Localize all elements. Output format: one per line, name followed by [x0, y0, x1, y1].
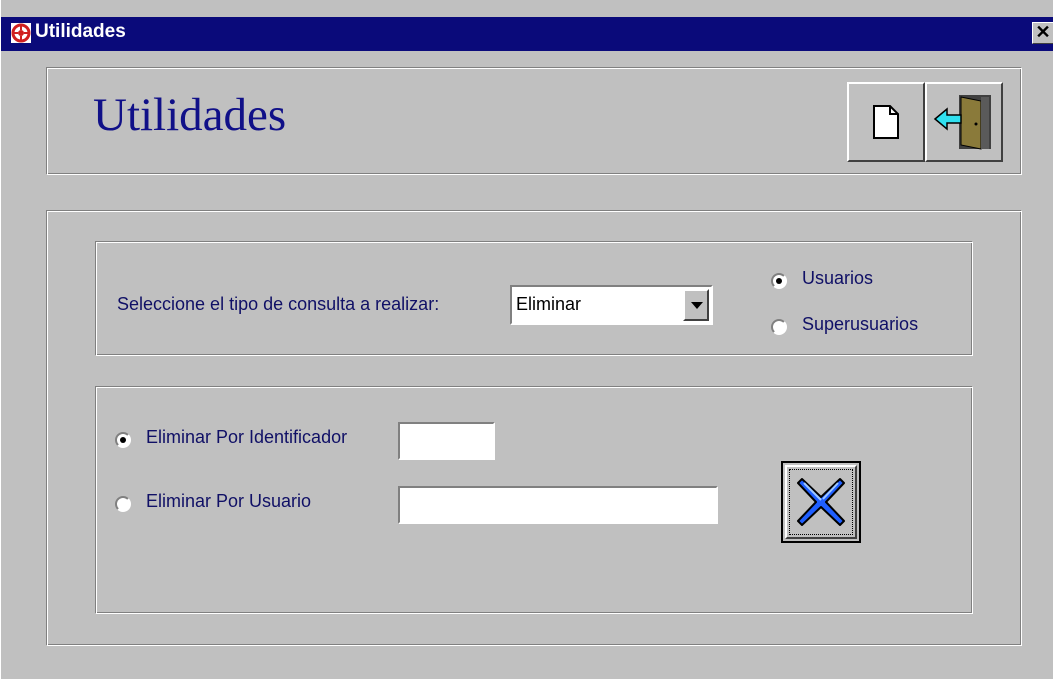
query-type-label: Seleccione el tipo de consulta a realiza…: [117, 294, 440, 314]
life-ring-icon: [11, 23, 31, 43]
query-type-select[interactable]: Eliminar: [510, 285, 713, 325]
user-input[interactable]: [398, 486, 718, 524]
close-button[interactable]: ✕: [1032, 22, 1053, 44]
chevron-down-icon[interactable]: [683, 289, 709, 321]
radio-by-identifier-label[interactable]: Eliminar Por Identificador: [146, 427, 347, 448]
query-type-value: Eliminar: [516, 294, 582, 314]
radio-superusuarios-label[interactable]: Superusuarios: [802, 314, 918, 335]
radio-usuarios[interactable]: [771, 273, 787, 289]
title-bar[interactable]: Utilidades ✕: [1, 17, 1053, 51]
new-button[interactable]: [847, 82, 925, 162]
radio-usuarios-label[interactable]: Usuarios: [802, 268, 873, 289]
window-title: Utilidades: [35, 21, 126, 42]
page-title: Utilidades: [93, 89, 287, 141]
utilidades-window: Utilidades ✕ Utilidades Seleccione el ti…: [0, 0, 1053, 679]
exit-door-icon: [933, 95, 991, 150]
radio-superusuarios[interactable]: [771, 319, 787, 335]
document-icon: [873, 105, 899, 139]
radio-by-user[interactable]: [115, 496, 131, 512]
radio-by-user-label[interactable]: Eliminar Por Usuario: [146, 491, 311, 512]
delete-button[interactable]: [781, 461, 861, 543]
radio-by-identifier[interactable]: [115, 432, 131, 448]
close-icon: ✕: [1035, 22, 1051, 42]
exit-button[interactable]: [925, 82, 1003, 162]
identifier-input[interactable]: [398, 422, 495, 460]
focus-rectangle: [789, 469, 853, 535]
